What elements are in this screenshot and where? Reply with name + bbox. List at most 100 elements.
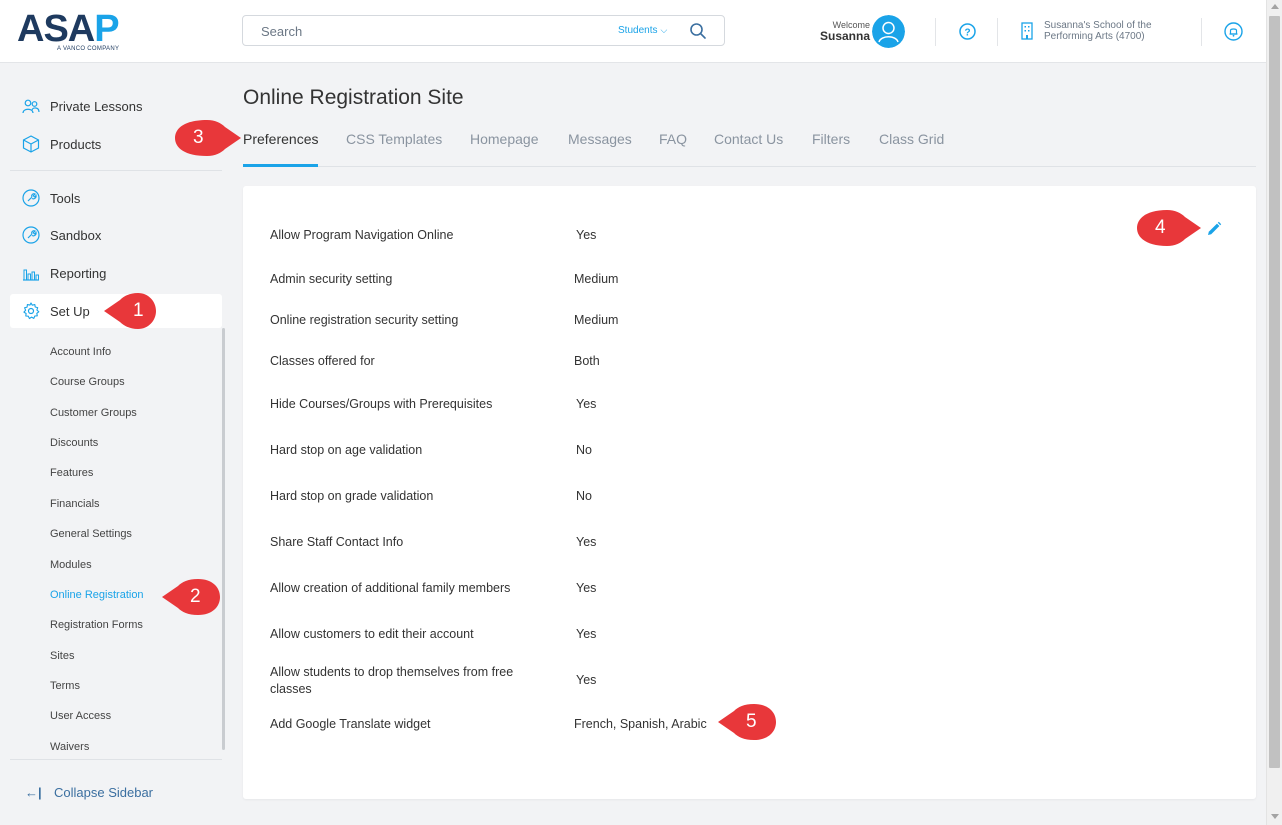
pref-value: Yes [576, 228, 597, 242]
sidebar-subitem-online-registration[interactable]: Online Registration [50, 589, 144, 601]
sidebar-item-label: Tools [50, 190, 81, 206]
pref-label: Online registration security setting [270, 313, 459, 327]
sidebar-subitem-course-groups[interactable]: Course Groups [50, 376, 125, 388]
welcome-user[interactable]: Welcome Susanna [818, 20, 870, 43]
header-divider [997, 18, 998, 46]
top-bar: ASAP A VANCO COMPANY Students⌵ Welcome S… [0, 0, 1266, 63]
avatar[interactable] [872, 15, 905, 48]
callout-number: 2 [190, 586, 201, 607]
sidebar-item-private-lessons[interactable]: Private Lessons [10, 89, 222, 123]
pref-value: No [576, 489, 592, 503]
collapse-sidebar-button[interactable]: ←| Collapse Sidebar [25, 785, 153, 800]
school-selector[interactable]: Susanna's School of the Performing Arts … [1044, 20, 1184, 42]
pref-value: Medium [574, 313, 619, 327]
tab-css-templates[interactable]: CSS Templates [346, 131, 442, 167]
tab-messages[interactable]: Messages [568, 131, 632, 167]
pref-value: No [576, 443, 592, 457]
sidebar-item-reporting[interactable]: Reporting [10, 256, 222, 290]
tab-class-grid[interactable]: Class Grid [879, 131, 944, 167]
pref-value: Yes [576, 627, 597, 641]
callout-marker-3: 3 [173, 119, 243, 157]
search-scope-dropdown[interactable]: Students ⌵ [618, 25, 667, 36]
sidebar-divider [10, 170, 222, 171]
page-scrollbar[interactable] [1266, 0, 1282, 825]
pref-label: Add Google Translate widget [270, 717, 431, 731]
search-icon[interactable] [689, 22, 707, 40]
pref-value: Both [574, 354, 600, 368]
callout-number: 1 [133, 300, 144, 321]
callout-marker-2: 2 [160, 578, 222, 616]
callout-marker-4: 4 [1135, 209, 1203, 247]
sidebar-subitem-financials[interactable]: Financials [50, 498, 100, 510]
svg-text:?: ? [964, 28, 970, 39]
callout-number: 5 [746, 711, 757, 732]
sidebar-item-label: Set Up [50, 303, 90, 319]
pref-label: Allow Program Navigation Online [270, 228, 454, 242]
collapse-arrow-icon: ←| [25, 785, 42, 800]
building-icon [1021, 22, 1033, 40]
sidebar-subitem-discounts[interactable]: Discounts [50, 437, 98, 449]
sidebar-item-label: Sandbox [50, 227, 102, 243]
sidebar-subitem-terms[interactable]: Terms [50, 680, 80, 692]
sidebar-item-label: Private Lessons [50, 98, 143, 114]
box-icon [21, 134, 41, 154]
header-divider [935, 18, 936, 46]
pref-label: Allow customers to edit their account [270, 627, 474, 641]
tab-homepage[interactable]: Homepage [470, 131, 539, 167]
pref-label: Hard stop on age validation [270, 443, 423, 457]
pencil-edit-icon[interactable] [1206, 221, 1222, 237]
search-box: Students⌵ [242, 15, 725, 46]
help-icon[interactable]: ? [959, 23, 976, 40]
wrench-icon [21, 188, 41, 208]
pref-label: Share Staff Contact Info [270, 535, 404, 549]
tab-bar: Preferences CSS Templates Homepage Messa… [243, 126, 1256, 167]
sidebar-subitem-features[interactable]: Features [50, 467, 93, 479]
sidebar-subitem-customer-groups[interactable]: Customer Groups [50, 407, 137, 419]
sidebar-scrollbar[interactable] [222, 328, 225, 750]
tab-contact-us[interactable]: Contact Us [714, 131, 783, 167]
pref-value: French, Spanish, Arabic [574, 717, 707, 731]
pref-label: Allow students to drop themselves from f… [270, 665, 514, 696]
sidebar-subitem-user-access[interactable]: User Access [50, 710, 111, 722]
sidebar-item-label: Products [50, 136, 102, 152]
tab-filters[interactable]: Filters [812, 131, 850, 167]
sidebar-subitem-account-info[interactable]: Account Info [50, 346, 111, 358]
pref-label: Classes offered for [270, 354, 375, 368]
logo-tagline: A VANCO COMPANY [57, 46, 120, 52]
search-input[interactable] [261, 22, 601, 40]
sidebar-item-tools[interactable]: Tools [10, 181, 222, 215]
scroll-up-arrow-icon[interactable] [1271, 4, 1279, 9]
bar-chart-icon [21, 263, 41, 283]
scroll-thumb[interactable] [1269, 16, 1280, 768]
collapse-sidebar-label: Collapse Sidebar [54, 785, 154, 800]
tab-preferences[interactable]: Preferences [243, 131, 319, 167]
pref-value: Yes [576, 581, 597, 595]
callout-marker-5: 5 [716, 703, 778, 741]
tab-faq[interactable]: FAQ [659, 131, 687, 167]
bell-icon[interactable] [1224, 22, 1243, 41]
user-name: Susanna [819, 29, 870, 43]
sidebar-subitem-registration-forms[interactable]: Registration Forms [50, 619, 143, 631]
page-title: Online Registration Site [243, 86, 464, 109]
chevron-down-icon: ⌵ [660, 25, 668, 35]
asap-logo[interactable]: ASAP A VANCO COMPANY [17, 10, 120, 52]
callout-marker-1: 1 [102, 292, 158, 330]
people-icon [21, 96, 41, 116]
sidebar-subitem-modules[interactable]: Modules [50, 559, 92, 571]
pref-label: Hide Courses/Groups with Prerequisites [270, 397, 493, 411]
callout-number: 4 [1155, 217, 1166, 238]
sidebar-subitem-general-settings[interactable]: General Settings [50, 528, 132, 540]
pref-value: Yes [576, 673, 597, 687]
pref-label: Admin security setting [270, 272, 393, 286]
sidebar: Private Lessons Products Tools Sandbox R… [0, 64, 226, 825]
scroll-down-arrow-icon[interactable] [1271, 814, 1279, 819]
wrench-icon [21, 225, 41, 245]
sidebar-item-sandbox[interactable]: Sandbox [10, 218, 222, 252]
sidebar-subitem-sites[interactable]: Sites [50, 650, 74, 662]
header-divider [1201, 18, 1202, 46]
sidebar-subitem-waivers[interactable]: Waivers [50, 741, 89, 753]
sidebar-item-label: Reporting [50, 265, 107, 281]
pref-label: Allow creation of additional family memb… [270, 581, 511, 595]
pref-value: Medium [574, 272, 619, 286]
sidebar-divider [10, 759, 222, 760]
